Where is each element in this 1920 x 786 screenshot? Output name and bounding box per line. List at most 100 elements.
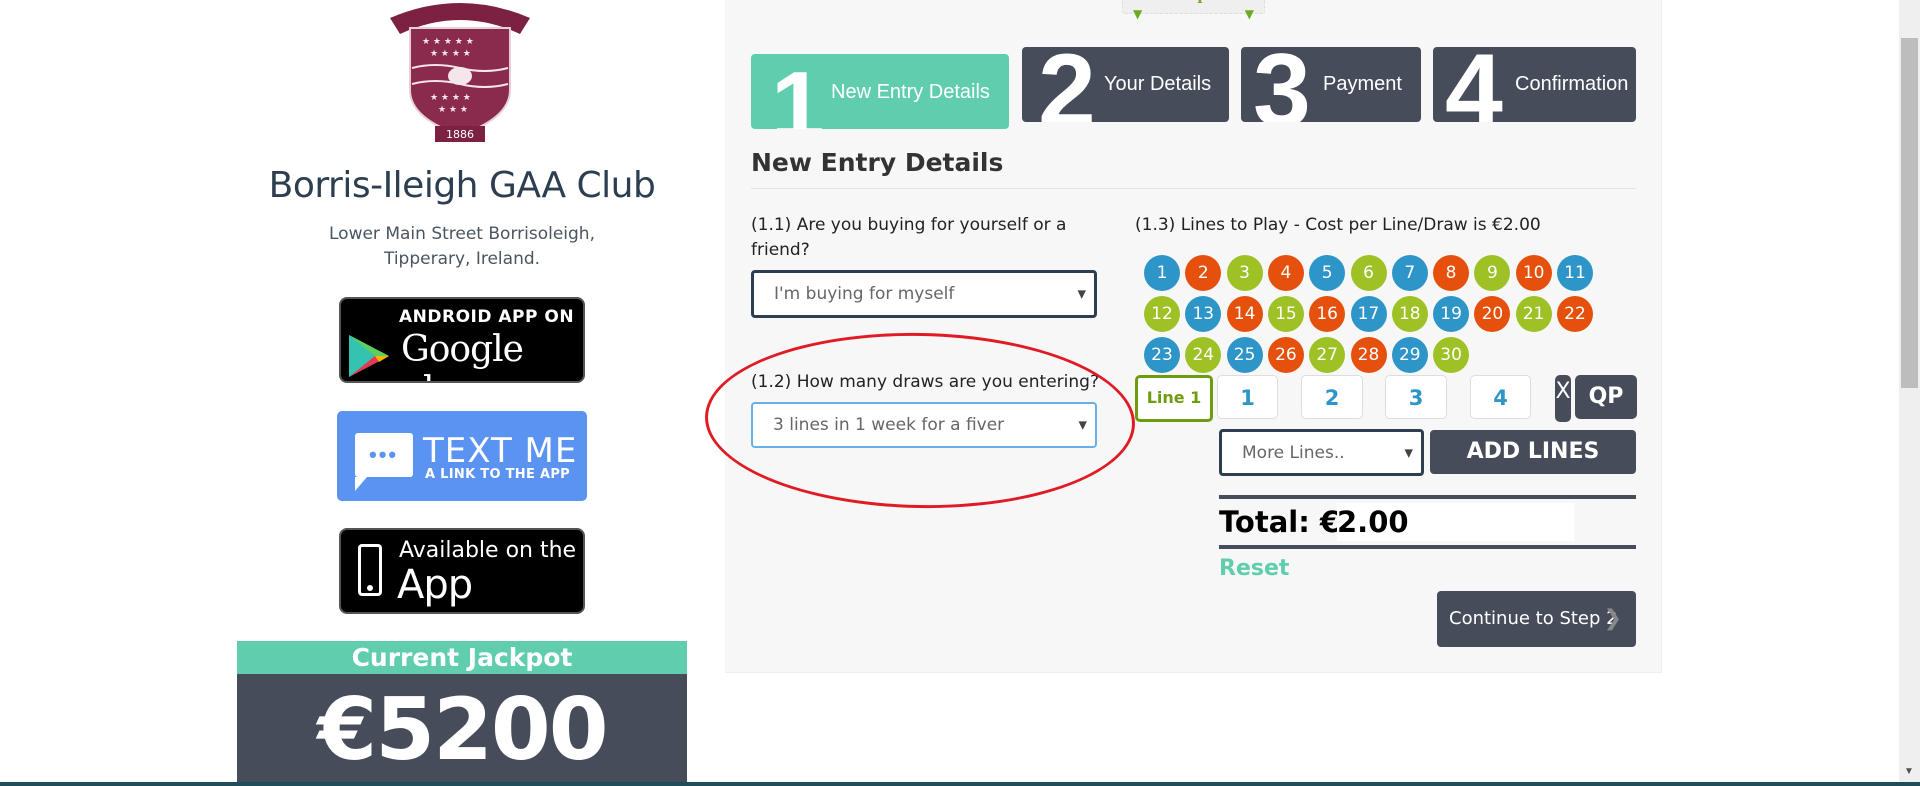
- buyer-question-label: (1.1) Are you buying for yourself or a f…: [751, 215, 1067, 260]
- number-ball-18[interactable]: 18: [1391, 296, 1428, 332]
- google-play-badge[interactable]: ANDROID APP ON Google play: [339, 297, 585, 383]
- pick-slot-1[interactable]: 1: [1217, 375, 1278, 419]
- number-ball-25[interactable]: 25: [1226, 337, 1263, 373]
- address-line-1: Lower Main Street Borrisoleigh,: [329, 224, 595, 244]
- section-title: New Entry Details: [751, 148, 1004, 177]
- club-crest-logo: ★ ★ ★ ★ ★ ★ ★ ★ ★ ★ ★ ★ ★ ★ ★ ★ 1886: [380, 0, 540, 145]
- draws-question-label: (1.2) How many draws are you entering?: [751, 372, 1099, 392]
- clear-line-button[interactable]: X: [1555, 375, 1571, 422]
- google-play-icon: [349, 335, 389, 377]
- buyer-select[interactable]: I'm buying for myself ▼: [751, 270, 1097, 318]
- text-me-link-button[interactable]: ••• TEXT ME A LINK TO THE APP: [337, 411, 587, 501]
- divider: [1219, 495, 1636, 499]
- more-lines-value: More Lines..: [1242, 442, 1345, 463]
- number-ball-8[interactable]: 8: [1433, 255, 1470, 291]
- number-ball-21[interactable]: 21: [1515, 296, 1552, 332]
- ellipsis-icon: •••: [369, 442, 399, 467]
- step-2-tab[interactable]: 2 Your Details: [1022, 47, 1229, 122]
- line-1-label[interactable]: Line 1: [1135, 375, 1213, 422]
- number-ball-17[interactable]: 17: [1350, 296, 1387, 332]
- text-me-title: TEXT ME: [423, 431, 578, 471]
- jackpot-amount: €5200: [237, 674, 687, 786]
- number-ball-grid: 1 2 3 4 5 6 7 8 9 10 11 12 13 14 15 16 17 18 19 20 21 22 23 24 2…: [1144, 255, 1604, 375]
- app-store-badge[interactable]: Available on the App Store: [339, 528, 585, 614]
- add-lines-button[interactable]: ADD LINES: [1430, 430, 1636, 474]
- vertical-scrollbar[interactable]: ▼: [1899, 0, 1920, 782]
- lines-question-label: (1.3) Lines to Play - Cost per Line/Draw…: [1135, 215, 1541, 235]
- number-ball-16[interactable]: 16: [1309, 296, 1346, 332]
- number-ball-26[interactable]: 26: [1267, 337, 1304, 373]
- svg-text:★ ★ ★: ★ ★ ★: [438, 105, 468, 115]
- arrow-down-icon: ▼: [1244, 7, 1254, 21]
- number-ball-2[interactable]: 2: [1185, 255, 1222, 291]
- total-value-box: 2.00: [1337, 503, 1574, 541]
- total-row: Total: € 2.00: [1219, 503, 1636, 541]
- number-ball-15[interactable]: 15: [1267, 296, 1304, 332]
- chevron-right-icon: ❯: [1603, 606, 1622, 631]
- number-ball-4[interactable]: 4: [1267, 255, 1304, 291]
- steps-badge: ▼ Steps ▼: [1122, 0, 1265, 21]
- number-ball-13[interactable]: 13: [1185, 296, 1222, 332]
- step-number: 3: [1253, 47, 1311, 122]
- text-me-subtitle: A LINK TO THE APP: [425, 467, 571, 482]
- buyer-select-value: I'm buying for myself: [774, 284, 955, 304]
- step-1-tab[interactable]: 1 New Entry Details: [751, 54, 1009, 129]
- number-ball-27[interactable]: 27: [1309, 337, 1346, 373]
- footer-edge: [0, 782, 1920, 786]
- app-store-big-text: App Store: [397, 562, 499, 612]
- continue-label: Continue to Step 2: [1449, 608, 1618, 629]
- number-ball-9[interactable]: 9: [1474, 255, 1511, 291]
- number-ball-1[interactable]: 1: [1144, 255, 1180, 291]
- pick-slot-4[interactable]: 4: [1470, 375, 1531, 419]
- svg-text:★ ★ ★ ★: ★ ★ ★ ★: [430, 49, 471, 59]
- address-line-2: Tipperary, Ireland.: [383, 249, 541, 269]
- draws-select[interactable]: 3 lines in 1 week for a fiver ▼: [751, 402, 1097, 448]
- caret-down-icon: ▼: [1404, 446, 1413, 459]
- number-ball-3[interactable]: 3: [1226, 255, 1263, 291]
- svg-text:★ ★ ★ ★ ★: ★ ★ ★ ★ ★: [422, 37, 474, 47]
- number-ball-23[interactable]: 23: [1144, 337, 1180, 373]
- scroll-down-arrow-icon[interactable]: ▼: [1904, 766, 1914, 777]
- number-ball-24[interactable]: 24: [1185, 337, 1222, 373]
- more-lines-select[interactable]: More Lines.. ▼: [1219, 429, 1424, 476]
- svg-text:★ ★ ★ ★: ★ ★ ★ ★: [430, 93, 471, 103]
- club-address: Lower Main Street Borrisoleigh, Tipperar…: [230, 222, 694, 272]
- number-ball-30[interactable]: 30: [1433, 337, 1470, 373]
- google-badge-big-text: Google play: [401, 329, 524, 381]
- iphone-icon: [358, 544, 382, 596]
- number-ball-10[interactable]: 10: [1515, 255, 1552, 291]
- caret-down-icon: ▼: [1078, 418, 1087, 432]
- number-ball-5[interactable]: 5: [1309, 255, 1346, 291]
- total-value: 2.00: [1337, 505, 1409, 539]
- step-label: Your Details: [1104, 73, 1212, 95]
- club-name: Borris-Ileigh GAA Club: [268, 165, 656, 206]
- number-ball-19[interactable]: 19: [1433, 296, 1470, 332]
- google-badge-small-text: ANDROID APP ON: [399, 307, 575, 327]
- draws-select-value: 3 lines in 1 week for a fiver: [773, 415, 1005, 435]
- step-number: 2: [1038, 47, 1096, 122]
- pick-slot-3[interactable]: 3: [1385, 375, 1447, 419]
- jackpot-label: Current Jackpot: [237, 641, 687, 674]
- number-ball-12[interactable]: 12: [1144, 296, 1180, 332]
- number-ball-7[interactable]: 7: [1391, 255, 1428, 291]
- continue-to-step-2-button[interactable]: Continue to Step 2 ❯: [1437, 591, 1636, 647]
- number-ball-6[interactable]: 6: [1350, 255, 1387, 291]
- number-ball-28[interactable]: 28: [1350, 337, 1387, 373]
- scrollbar-thumb[interactable]: [1901, 38, 1918, 388]
- number-ball-20[interactable]: 20: [1474, 296, 1511, 332]
- app-store-small-text: Available on the: [399, 538, 577, 563]
- number-ball-11[interactable]: 11: [1557, 255, 1593, 291]
- caret-down-icon: ▼: [1077, 287, 1086, 301]
- number-ball-22[interactable]: 22: [1557, 296, 1593, 332]
- quick-pick-button[interactable]: QP: [1575, 375, 1637, 419]
- number-ball-29[interactable]: 29: [1391, 337, 1428, 373]
- svg-text:1886: 1886: [446, 128, 474, 141]
- reset-link[interactable]: Reset: [1219, 556, 1289, 581]
- step-label: Payment: [1323, 73, 1402, 95]
- step-label: New Entry Details: [831, 81, 990, 103]
- step-4-tab[interactable]: 4 Confirmation: [1433, 47, 1636, 122]
- step-label: Confirmation: [1515, 73, 1629, 95]
- number-ball-14[interactable]: 14: [1226, 296, 1263, 332]
- step-3-tab[interactable]: 3 Payment: [1241, 47, 1421, 122]
- pick-slot-2[interactable]: 2: [1301, 375, 1363, 419]
